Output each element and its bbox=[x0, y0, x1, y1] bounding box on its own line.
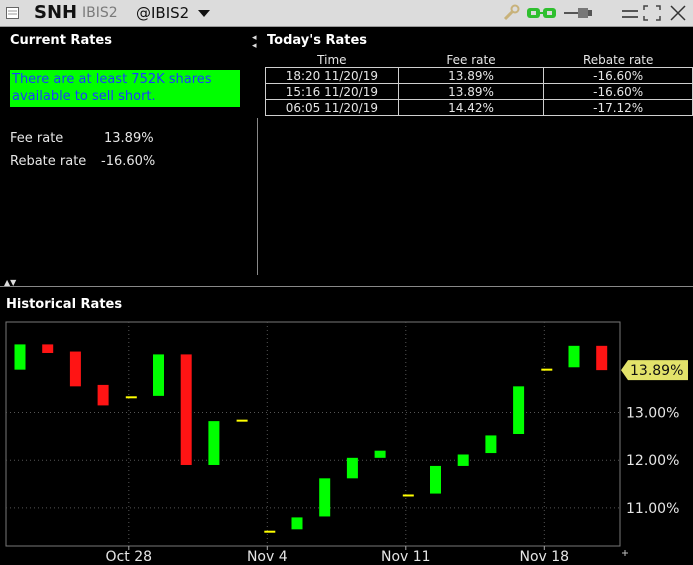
axis-corner-icon bbox=[622, 550, 628, 556]
y-tick-label: 13.00% bbox=[626, 406, 679, 422]
candle-up bbox=[153, 354, 164, 396]
candle-down bbox=[596, 345, 608, 371]
candle-up bbox=[319, 478, 331, 517]
candle-up bbox=[457, 454, 469, 466]
candle-flat bbox=[402, 494, 414, 497]
candle-up bbox=[14, 344, 26, 370]
y-tick-label: 12.00% bbox=[626, 453, 679, 469]
current-value-label: 13.89% bbox=[630, 363, 683, 379]
x-tick-label: Nov 11 bbox=[381, 549, 431, 565]
candle-up bbox=[513, 386, 525, 434]
candle-down bbox=[97, 384, 109, 406]
candle-flat bbox=[541, 368, 553, 371]
candle-flat bbox=[236, 419, 248, 422]
candle-up bbox=[568, 345, 580, 368]
candle-down bbox=[42, 344, 54, 353]
candle-up bbox=[208, 421, 220, 465]
x-tick-label: Nov 18 bbox=[520, 549, 570, 565]
candle-up bbox=[430, 465, 441, 494]
candle-down bbox=[180, 354, 192, 465]
candle-up bbox=[485, 435, 497, 454]
x-tick-label: Oct 28 bbox=[106, 549, 152, 565]
candle-down bbox=[69, 351, 81, 387]
candle-flat bbox=[264, 530, 276, 533]
candle-up bbox=[291, 517, 303, 530]
candle-flat bbox=[125, 396, 137, 399]
candle-up bbox=[346, 457, 358, 479]
candle-up bbox=[374, 450, 386, 458]
y-tick-label: 11.00% bbox=[626, 501, 679, 517]
historical-rates-chart[interactable]: 11.00% 12.00% 13.00% Oct 28 Nov 4 Nov 11 Nov 1… bbox=[0, 0, 693, 565]
x-tick-label: Nov 4 bbox=[247, 549, 288, 565]
plot-area-border bbox=[5, 321, 621, 547]
